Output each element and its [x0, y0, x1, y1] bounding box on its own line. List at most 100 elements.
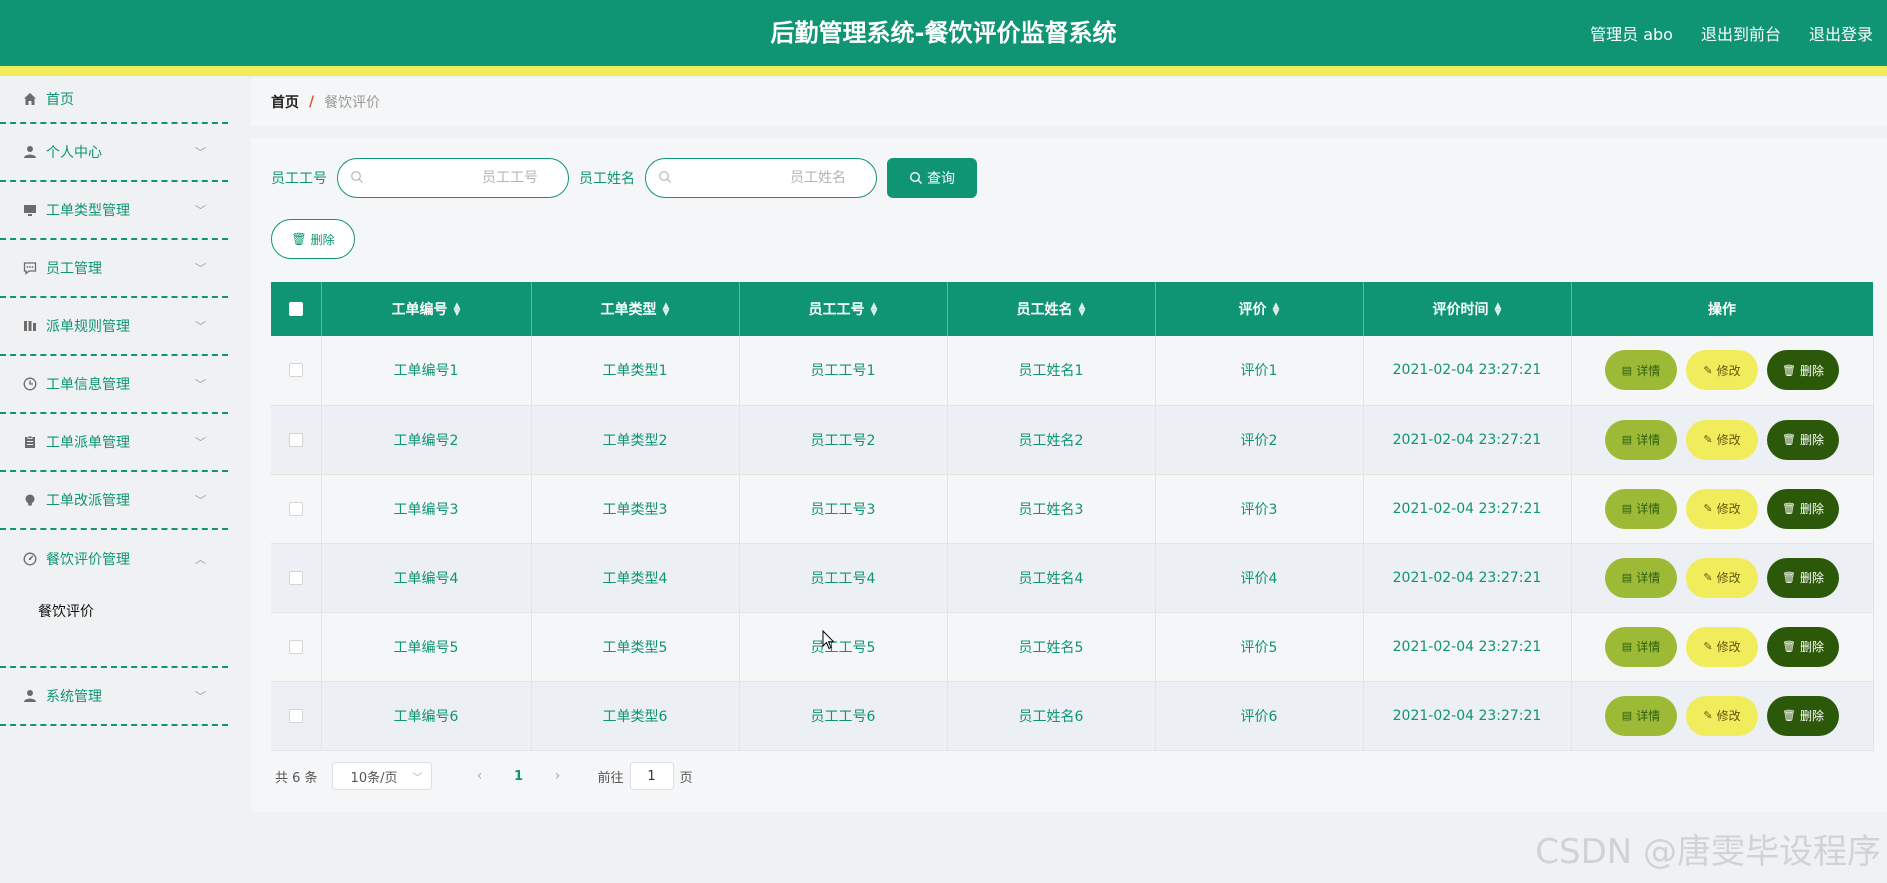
sidebar-item-label: 个人中心 [46, 145, 102, 161]
current-user-label[interactable]: 管理员 abo [1590, 21, 1673, 45]
table-row[interactable]: 工单编号2 工单类型2 员工工号2 员工姓名2 评价2 2021-02-04 23:27:… [271, 405, 1874, 475]
gauge-icon [22, 551, 38, 567]
detail-button[interactable]: ▤ 详情 [1605, 695, 1677, 736]
row-checkbox[interactable] [288, 432, 303, 447]
detail-button[interactable]: ▤ 详情 [1605, 350, 1677, 391]
row-checkbox[interactable] [288, 708, 303, 723]
search-icon [350, 170, 366, 186]
chevron-down-icon: ﹀ [195, 262, 206, 275]
sort-icon[interactable]: ▲ ▼ [1495, 302, 1502, 318]
table-row[interactable]: 工单编号6 工单类型6 员工工号6 员工姓名6 评价6 2021-02-04 23:27:… [271, 681, 1874, 751]
edit-button[interactable]: ✎ 修改 [1686, 626, 1758, 667]
table-row[interactable]: 工单编号3 工单类型3 员工工号3 员工姓名3 评价3 2021-02-04 23:27:… [271, 474, 1874, 544]
table-cell: 工单类型3 [531, 474, 740, 544]
sidebar-item-system[interactable]: 系统管理 ﹀ [0, 668, 228, 726]
edit-button[interactable]: ✎ 修改 [1686, 695, 1758, 736]
document-icon: ▤ [1621, 364, 1633, 377]
prev-page-button[interactable]: ‹ [460, 768, 500, 784]
detail-button[interactable]: ▤ 详情 [1605, 626, 1677, 667]
pencil-icon: ✎ [1703, 572, 1713, 584]
goto-page-input[interactable] [629, 762, 674, 790]
search-icon [909, 171, 922, 184]
row-checkbox[interactable] [288, 570, 303, 585]
sidebar-item-ticket-type[interactable]: 工单类型管理 ﹀ [0, 182, 228, 240]
submenu-catering-review: 餐饮评价 [0, 588, 228, 668]
pagination: 共 6 条 10条/页 ﹀ ‹ 1 › 前往 页 [275, 762, 693, 790]
delete-button[interactable]: 🗑 删除 [1767, 695, 1839, 736]
page-size-select[interactable]: 10条/页 ﹀ [331, 762, 432, 790]
delete-button[interactable]: 🗑 删除 [1767, 488, 1839, 529]
sort-icon[interactable]: ▲ ▼ [1273, 302, 1280, 318]
table-cell: 员工姓名6 [947, 681, 1156, 751]
table-row[interactable]: 工单编号5 工单类型5 员工工号5 员工姓名5 评价5 2021-02-04 23:27:… [271, 612, 1874, 682]
delete-button[interactable]: 🗑 删除 [1767, 626, 1839, 667]
column-header[interactable]: 评价时间 ▲ ▼ [1363, 282, 1572, 336]
select-all-checkbox[interactable] [288, 302, 303, 316]
sidebar-item-label: 工单类型管理 [46, 203, 130, 219]
row-actions-cell: ▤ 详情 ✎ 修改 🗑 删除 [1571, 336, 1874, 406]
row-checkbox[interactable] [288, 639, 303, 654]
detail-button[interactable]: ▤ 详情 [1605, 419, 1677, 460]
sort-icon[interactable]: ▲ ▼ [663, 302, 670, 318]
back-to-front-link[interactable]: 退出到前台 [1701, 21, 1781, 45]
row-select-cell [271, 681, 322, 751]
row-actions-cell: ▤ 详情 ✎ 修改 🗑 删除 [1571, 474, 1874, 544]
sort-icon[interactable]: ▲ ▼ [871, 302, 878, 318]
sidebar-item-label: 工单改派管理 [46, 493, 130, 509]
edit-button[interactable]: ✎ 修改 [1686, 350, 1758, 391]
row-checkbox[interactable] [288, 363, 303, 378]
table-cell: 员工工号5 [739, 612, 948, 682]
sidebar-item-label: 工单派单管理 [46, 435, 130, 451]
table-cell: 工单编号1 [321, 336, 532, 406]
logout-link[interactable]: 退出登录 [1809, 21, 1873, 45]
detail-button[interactable]: ▤ 详情 [1605, 557, 1677, 598]
sidebar-item-personal-center[interactable]: 个人中心 ﹀ [0, 124, 228, 182]
detail-button[interactable]: ▤ 详情 [1605, 488, 1677, 529]
breadcrumb-home[interactable]: 首页 [271, 92, 299, 112]
sidebar-item-ticket-reassign[interactable]: 工单改派管理 ﹀ [0, 472, 228, 530]
sort-icon[interactable]: ▲ ▼ [454, 302, 461, 318]
column-header[interactable]: 员工姓名 ▲ ▼ [947, 282, 1156, 336]
chevron-down-icon: ﹀ [195, 436, 206, 449]
sidebar-item-dispatch-rules[interactable]: 派单规则管理 ﹀ [0, 298, 228, 356]
delete-button[interactable]: 🗑 删除 [1767, 419, 1839, 460]
staff-name-field [645, 158, 877, 198]
column-header: 操作 [1571, 282, 1874, 336]
delete-button[interactable]: 🗑 删除 [1767, 557, 1839, 598]
sidebar-item-catering-review[interactable]: 餐饮评价管理 ︿ [0, 530, 228, 588]
column-header[interactable]: 工单编号 ▲ ▼ [321, 282, 532, 336]
sidebar-item-staff[interactable]: 员工管理 ﹀ [0, 240, 228, 298]
home-icon [22, 91, 38, 107]
query-button[interactable]: 查询 [887, 158, 977, 198]
bulb-icon [22, 492, 38, 508]
column-header[interactable]: 工单类型 ▲ ▼ [531, 282, 740, 336]
column-header[interactable]: 评价 ▲ ▼ [1155, 282, 1364, 336]
sidebar-item-ticket-info[interactable]: 工单信息管理 ﹀ [0, 356, 228, 414]
staff-id-input[interactable] [338, 159, 568, 197]
page-number-current[interactable]: 1 [500, 769, 538, 784]
clipboard-icon [22, 434, 38, 450]
sort-icon[interactable]: ▲ ▼ [1079, 302, 1086, 318]
next-page-button[interactable]: › [538, 768, 578, 784]
table-row[interactable]: 工单编号4 工单类型4 员工工号4 员工姓名4 评价4 2021-02-04 23:27:… [271, 543, 1874, 613]
staff-id-label: 员工工号 [271, 171, 327, 187]
document-icon: ▤ [1621, 572, 1633, 584]
table-row[interactable]: 工单编号1 工单类型1 员工工号1 员工姓名1 评价1 2021-02-04 23:27:… [271, 336, 1874, 406]
table-cell: 工单类型4 [531, 543, 740, 613]
edit-button[interactable]: ✎ 修改 [1686, 419, 1758, 460]
sidebar-subitem-catering-review[interactable]: 餐饮评价 [0, 588, 228, 636]
edit-button[interactable]: ✎ 修改 [1686, 488, 1758, 529]
table-cell: 工单类型5 [531, 612, 740, 682]
edit-button[interactable]: ✎ 修改 [1686, 557, 1758, 598]
sidebar-item-ticket-dispatch[interactable]: 工单派单管理 ﹀ [0, 414, 228, 472]
row-checkbox[interactable] [288, 501, 303, 516]
staff-name-input[interactable] [646, 159, 876, 197]
table-cell: 评价6 [1155, 681, 1364, 751]
header-accent-strip [0, 66, 1887, 76]
delete-button[interactable]: 🗑 删除 [1767, 350, 1839, 391]
batch-delete-button[interactable]: 🗑 删除 [271, 219, 355, 259]
sidebar-item-home[interactable]: 首页 [0, 76, 228, 124]
column-header[interactable]: 员工工号 ▲ ▼ [739, 282, 948, 336]
table-cell: 工单编号6 [321, 681, 532, 751]
chevron-down-icon: ﹀ [412, 772, 423, 784]
